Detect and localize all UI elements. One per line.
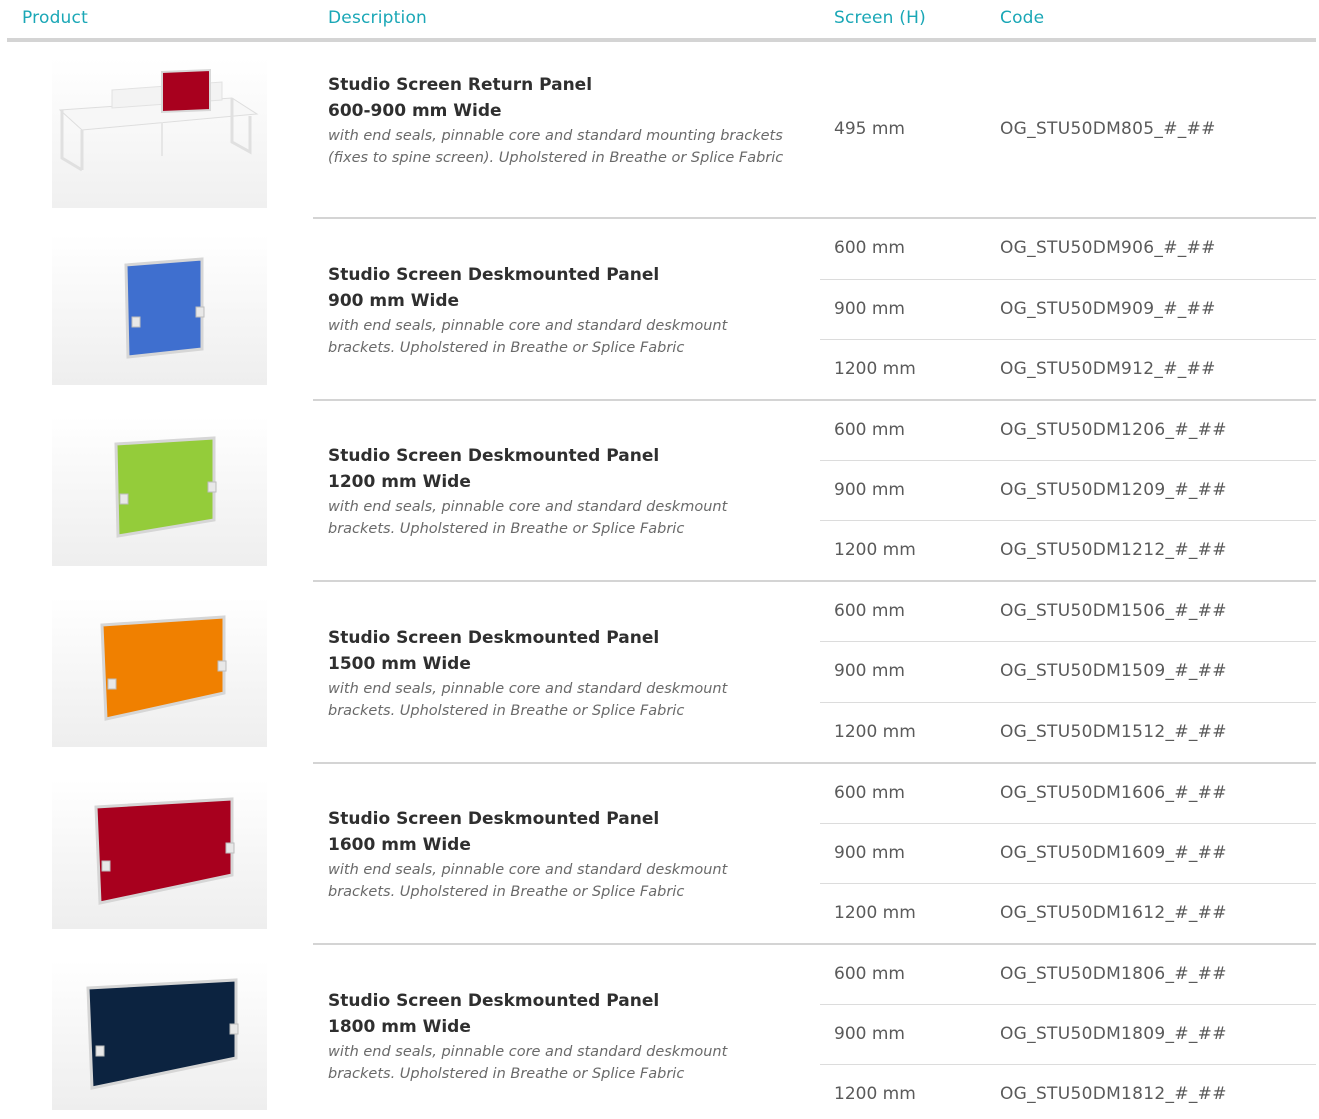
product-image-1800 xyxy=(52,960,267,1110)
variant-row: 1200 mm OG_STU50DM1212_#_## xyxy=(820,521,1316,581)
variant-code: OG_STU50DM1512_#_## xyxy=(1000,722,1227,742)
variant-row: 495 mm OG_STU50DM805_#_## xyxy=(820,100,1316,160)
variant-height: 900 mm xyxy=(834,843,905,863)
product-image-1500 xyxy=(52,597,267,747)
product-details: with end seals, pinnable core and standa… xyxy=(328,318,728,356)
variant-code: OG_STU50DM1612_#_## xyxy=(1000,903,1227,923)
product-name: Studio Screen Deskmounted Panel xyxy=(328,265,660,285)
variant-code: OG_STU50DM1506_#_## xyxy=(1000,601,1227,621)
header-description: Description xyxy=(328,8,428,28)
product-width: 600-900 mm Wide xyxy=(328,101,502,121)
variant-height: 1200 mm xyxy=(834,722,916,742)
product-description: Studio Screen Return Panel 600-900 mm Wi… xyxy=(328,72,798,169)
product-width: 1600 mm Wide xyxy=(328,835,471,855)
variant-code: OG_STU50DM805_#_## xyxy=(1000,119,1216,139)
variant-height: 1200 mm xyxy=(834,1084,916,1104)
product-image-1600 xyxy=(52,779,267,929)
variant-row: 600 mm OG_STU50DM1506_#_## xyxy=(820,582,1316,642)
variant-row: 600 mm OG_STU50DM1206_#_## xyxy=(820,401,1316,461)
product-width: 1500 mm Wide xyxy=(328,654,471,674)
variant-code: OG_STU50DM1609_#_## xyxy=(1000,843,1227,863)
product-description: Studio Screen Deskmounted Panel 900 mm W… xyxy=(328,262,798,359)
variant-code: OG_STU50DM909_#_## xyxy=(1000,299,1216,319)
variant-height: 1200 mm xyxy=(834,903,916,923)
variant-height: 600 mm xyxy=(834,238,905,258)
variant-row: 1200 mm OG_STU50DM1512_#_## xyxy=(820,703,1316,763)
product-width: 900 mm Wide xyxy=(328,291,460,311)
navy-panel-icon xyxy=(52,960,267,1110)
product-image-900 xyxy=(52,235,267,385)
variant-height: 600 mm xyxy=(834,601,905,621)
variant-code: OG_STU50DM1206_#_## xyxy=(1000,420,1227,440)
desk-with-return-panel-icon xyxy=(52,58,267,208)
product-image-return-panel xyxy=(52,58,267,208)
product-details: with end seals, pinnable core and standa… xyxy=(328,862,728,900)
variant-code: OG_STU50DM1812_#_## xyxy=(1000,1084,1227,1104)
variant-row: 600 mm OG_STU50DM1806_#_## xyxy=(820,945,1316,1005)
blue-panel-icon xyxy=(52,235,267,385)
product-name: Studio Screen Deskmounted Panel xyxy=(328,628,660,648)
variant-height: 600 mm xyxy=(834,783,905,803)
variant-height: 495 mm xyxy=(834,119,905,139)
product-details: with end seals, pinnable core and standa… xyxy=(328,1044,728,1082)
variant-row: 1200 mm OG_STU50DM1812_#_## xyxy=(820,1065,1316,1119)
variant-height: 1200 mm xyxy=(834,540,916,560)
variant-height: 600 mm xyxy=(834,420,905,440)
variant-height: 900 mm xyxy=(834,480,905,500)
green-panel-icon xyxy=(52,416,267,566)
product-details: with end seals, pinnable core and standa… xyxy=(328,681,728,719)
variant-row: 1200 mm OG_STU50DM912_#_## xyxy=(820,340,1316,400)
variant-row: 600 mm OG_STU50DM906_#_## xyxy=(820,219,1316,279)
variant-height: 600 mm xyxy=(834,964,905,984)
variant-code: OG_STU50DM1209_#_## xyxy=(1000,480,1227,500)
variant-row: 1200 mm OG_STU50DM1612_#_## xyxy=(820,884,1316,944)
variant-row: 900 mm OG_STU50DM909_#_## xyxy=(820,280,1316,340)
variant-code: OG_STU50DM1212_#_## xyxy=(1000,540,1227,560)
header-screen-height: Screen (H) xyxy=(834,8,926,28)
product-image-1200 xyxy=(52,416,267,566)
product-name: Studio Screen Deskmounted Panel xyxy=(328,809,660,829)
variant-code: OG_STU50DM912_#_## xyxy=(1000,359,1216,379)
product-name: Studio Screen Return Panel xyxy=(328,75,593,95)
product-details: with end seals, pinnable core and standa… xyxy=(328,499,728,537)
header-product: Product xyxy=(22,8,88,28)
product-description: Studio Screen Deskmounted Panel 1800 mm … xyxy=(328,988,798,1085)
table-header: Product Description Screen (H) Code xyxy=(0,0,1319,40)
variant-row: 900 mm OG_STU50DM1809_#_## xyxy=(820,1005,1316,1065)
product-width: 1200 mm Wide xyxy=(328,472,471,492)
product-description: Studio Screen Deskmounted Panel 1200 mm … xyxy=(328,443,798,540)
variant-code: OG_STU50DM906_#_## xyxy=(1000,238,1216,258)
variant-height: 1200 mm xyxy=(834,359,916,379)
variant-row: 900 mm OG_STU50DM1509_#_## xyxy=(820,642,1316,702)
variant-height: 900 mm xyxy=(834,1024,905,1044)
header-code: Code xyxy=(1000,8,1045,28)
variant-code: OG_STU50DM1809_#_## xyxy=(1000,1024,1227,1044)
product-details: with end seals, pinnable core and standa… xyxy=(328,128,784,166)
product-name: Studio Screen Deskmounted Panel xyxy=(328,446,660,466)
product-description: Studio Screen Deskmounted Panel 1500 mm … xyxy=(328,625,798,722)
product-width: 1800 mm Wide xyxy=(328,1017,471,1037)
variant-row: 600 mm OG_STU50DM1606_#_## xyxy=(820,764,1316,824)
variant-row: 900 mm OG_STU50DM1609_#_## xyxy=(820,824,1316,884)
header-divider xyxy=(7,38,1316,42)
product-name: Studio Screen Deskmounted Panel xyxy=(328,991,660,1011)
red-panel-icon xyxy=(52,779,267,929)
variant-height: 900 mm xyxy=(834,661,905,681)
variant-height: 900 mm xyxy=(834,299,905,319)
variant-code: OG_STU50DM1606_#_## xyxy=(1000,783,1227,803)
variant-code: OG_STU50DM1509_#_## xyxy=(1000,661,1227,681)
product-description: Studio Screen Deskmounted Panel 1600 mm … xyxy=(328,806,798,903)
variant-code: OG_STU50DM1806_#_## xyxy=(1000,964,1227,984)
orange-panel-icon xyxy=(52,597,267,747)
variant-row: 900 mm OG_STU50DM1209_#_## xyxy=(820,461,1316,521)
